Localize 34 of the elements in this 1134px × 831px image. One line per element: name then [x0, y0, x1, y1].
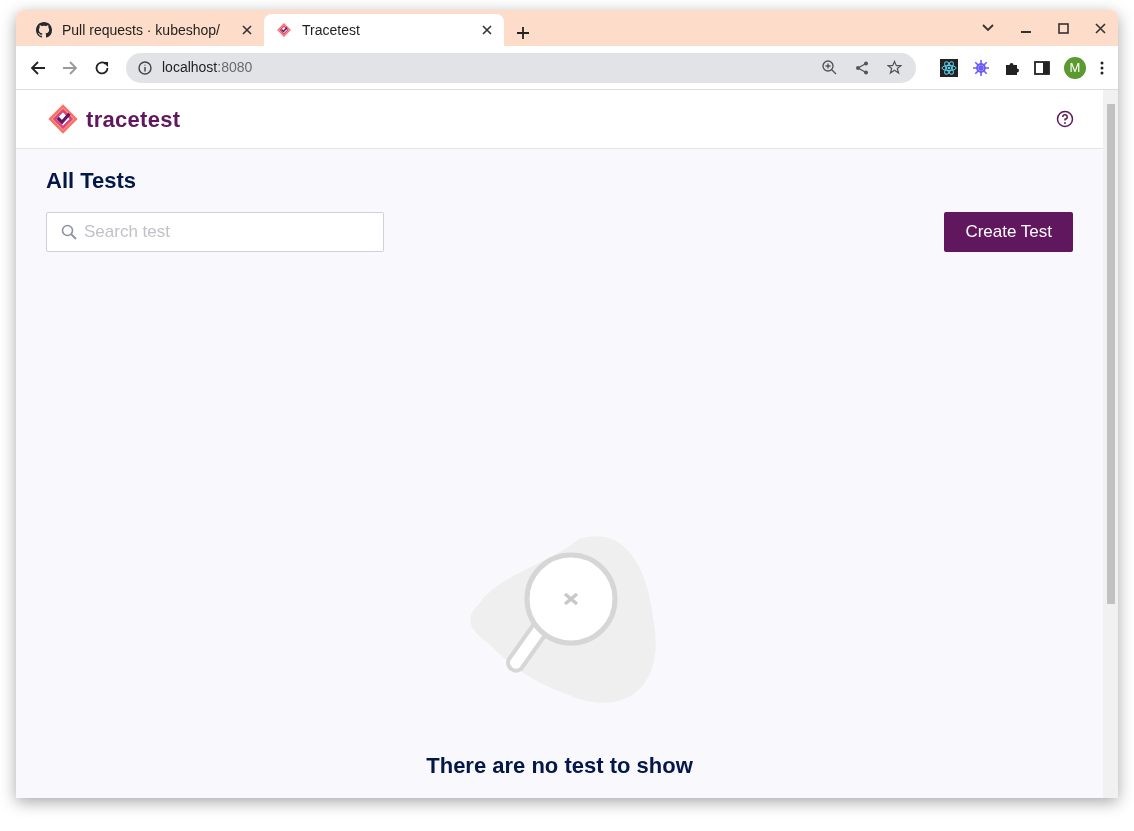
create-test-button[interactable]: Create Test — [944, 212, 1073, 252]
forward-arrow-icon[interactable] — [62, 59, 78, 76]
url-host: localhost — [162, 58, 218, 77]
info-icon[interactable] — [138, 60, 152, 75]
scrollbar[interactable] — [1103, 90, 1118, 798]
brand-name: tracetest — [86, 105, 181, 134]
star-icon[interactable] — [887, 60, 902, 75]
close-icon[interactable] — [482, 25, 492, 35]
close-icon[interactable] — [1095, 22, 1106, 34]
zoom-icon[interactable] — [822, 60, 837, 75]
search-field[interactable]: Search test — [46, 212, 384, 252]
tracetest-logo-icon — [276, 22, 292, 38]
more-icon[interactable] — [1100, 60, 1104, 75]
maximize-icon[interactable] — [1058, 22, 1069, 34]
empty-state-title: There are no test to show — [426, 752, 693, 780]
help-icon[interactable] — [1056, 110, 1074, 128]
close-icon[interactable] — [242, 25, 252, 35]
share-icon[interactable] — [855, 60, 869, 75]
side-panel-icon[interactable] — [1034, 59, 1050, 76]
address-bar[interactable]: localhost:8080 — [126, 52, 916, 83]
tab-title: Tracetest — [302, 20, 361, 40]
page-title: All Tests — [46, 167, 138, 195]
github-icon — [36, 22, 52, 38]
reload-icon[interactable] — [94, 59, 110, 76]
tab-title: Pull requests · kubeshop/ — [62, 20, 221, 40]
browser-tab[interactable]: Tracetest — [264, 14, 504, 46]
search-icon — [61, 224, 77, 240]
back-arrow-icon[interactable] — [30, 59, 46, 76]
new-tab-icon[interactable] — [516, 26, 530, 40]
asterisk-icon[interactable] — [972, 58, 990, 77]
chevron-down-icon[interactable] — [982, 24, 994, 32]
tracetest-logo-icon — [46, 102, 80, 136]
url-port: :8080 — [217, 58, 253, 77]
atom-icon[interactable] — [940, 58, 958, 77]
